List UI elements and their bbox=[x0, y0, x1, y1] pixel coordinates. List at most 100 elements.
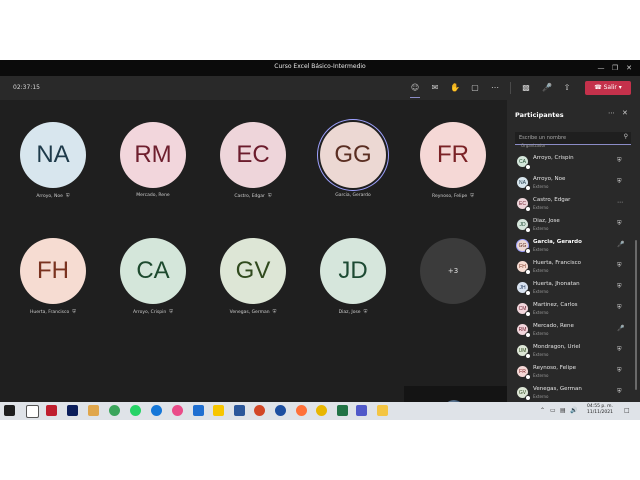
reactions-icon[interactable]: ✋ bbox=[448, 81, 462, 95]
participant-tile[interactable]: JD Diaz, Jose ⛨ bbox=[305, 238, 401, 315]
filezilla-icon[interactable] bbox=[46, 405, 57, 416]
breakout-rooms-icon[interactable]: ▢ bbox=[468, 81, 482, 95]
presence-icon bbox=[525, 164, 531, 170]
toolbar-divider bbox=[510, 82, 511, 94]
tray-chevron-icon[interactable]: ⌃ bbox=[540, 407, 545, 414]
tile-name: Arroyo, Noe ⛨ bbox=[36, 193, 70, 199]
mic-muted-icon: ⛨ bbox=[617, 262, 622, 269]
participant-tile[interactable]: RM Mercado, Rene bbox=[105, 122, 201, 198]
mic-off-icon[interactable]: 🎤 bbox=[540, 81, 554, 95]
overflow-count: +3 bbox=[420, 238, 486, 304]
firefox-icon[interactable] bbox=[296, 405, 307, 416]
mic-muted-icon: ⛨ bbox=[267, 193, 272, 199]
avatar: GG bbox=[320, 122, 386, 188]
mic-muted-icon: ⛨ bbox=[617, 157, 622, 164]
notifications-icon[interactable]: □ bbox=[624, 407, 630, 414]
volume-icon[interactable]: 🔊 bbox=[570, 407, 577, 414]
participant-tile[interactable]: GV Venegas, German ⛨ bbox=[205, 238, 301, 315]
participant-role: Externo bbox=[533, 226, 549, 231]
tile-name: Arroyo, Crispin ⛨ bbox=[133, 309, 173, 315]
mic-muted-icon: ⛨ bbox=[169, 309, 173, 315]
taskbar-clock[interactable]: 04:55 p. m. 11/11/2021 bbox=[585, 404, 615, 416]
search-icon[interactable]: ⚲ bbox=[624, 133, 628, 140]
panel-scrollbar[interactable] bbox=[635, 240, 637, 390]
participant-name: Venegas, German bbox=[533, 386, 582, 392]
list-item[interactable]: RM Mercado, Rene Externo 🎤 bbox=[507, 320, 640, 340]
list-item[interactable]: NA Arroyo, Noe Externo ⛨ bbox=[507, 173, 640, 193]
overflow-participants-tile[interactable]: +3 bbox=[405, 238, 501, 304]
powerpoint-icon[interactable] bbox=[254, 405, 265, 416]
participant-role: Externo bbox=[533, 247, 549, 252]
network-icon[interactable]: ▤ bbox=[560, 407, 566, 414]
chrome-icon[interactable] bbox=[316, 405, 327, 416]
whatsapp-icon[interactable] bbox=[130, 405, 141, 416]
participant-tile[interactable]: NA Arroyo, Noe ⛨ bbox=[5, 122, 101, 199]
tile-name: Garcia, Gerardo bbox=[335, 193, 371, 198]
mic-muted-icon: ⛨ bbox=[363, 309, 368, 315]
list-item[interactable]: FR Reynoso, Felipe Externo ⛨ bbox=[507, 362, 640, 382]
participant-role: Externo bbox=[533, 205, 549, 210]
greenshot-icon[interactable] bbox=[109, 405, 120, 416]
teams-icon[interactable] bbox=[356, 405, 367, 416]
list-item[interactable]: CM Martinez, Carlos Externo ⛨ bbox=[507, 299, 640, 319]
list-item[interactable]: EC Castro, Edgar Externo ⋯ bbox=[507, 194, 640, 214]
participant-name: Mercado, Rene bbox=[533, 323, 574, 329]
participant-role: Externo bbox=[533, 373, 549, 378]
more-options-icon[interactable]: ⋯ bbox=[617, 199, 623, 206]
teams-window: Curso Excel Básico-Intermedio — ❐ ✕ 02:3… bbox=[0, 60, 640, 420]
mic-on-icon: 🎤 bbox=[617, 241, 625, 248]
participant-tile-speaking[interactable]: GG Garcia, Gerardo bbox=[305, 122, 401, 198]
panel-title: Participantes bbox=[515, 111, 564, 119]
mic-muted-icon: ⛨ bbox=[617, 220, 622, 227]
participant-name: Arroyo, Noe bbox=[533, 176, 566, 182]
sticky-notes-icon[interactable] bbox=[213, 405, 224, 416]
tile-name: Venegas, German ⛨ bbox=[229, 309, 277, 315]
list-item[interactable]: UM Mondragon, Uriel Externo ⛨ bbox=[507, 341, 640, 361]
word-icon[interactable] bbox=[234, 405, 245, 416]
search-input[interactable] bbox=[519, 133, 615, 143]
window-title: Curso Excel Básico-Intermedio bbox=[274, 63, 366, 70]
participant-name: Garcia, Gerardo bbox=[533, 239, 582, 245]
files-icon[interactable] bbox=[88, 405, 99, 416]
edge-icon[interactable] bbox=[151, 405, 162, 416]
mail-icon[interactable] bbox=[193, 405, 204, 416]
avatar: FH bbox=[20, 238, 86, 304]
more-actions-icon[interactable]: ⋯ bbox=[488, 81, 502, 95]
camera-off-icon[interactable]: ▩ bbox=[519, 81, 533, 95]
firefox-dev-icon[interactable] bbox=[275, 405, 286, 416]
panel-close-icon[interactable]: ✕ bbox=[622, 109, 628, 117]
participant-tile[interactable]: FR Reynoso, Felipe ⛨ bbox=[405, 122, 501, 199]
itunes-icon[interactable] bbox=[172, 405, 183, 416]
word-doc-icon[interactable] bbox=[26, 405, 39, 418]
presence-icon bbox=[525, 227, 531, 233]
participant-role: Externo bbox=[533, 310, 549, 315]
participant-name: Diaz, Jose bbox=[533, 218, 560, 224]
avatar: RM bbox=[120, 122, 186, 188]
close-icon[interactable]: ✕ bbox=[622, 62, 636, 74]
participants-icon[interactable]: ☺ bbox=[408, 81, 422, 98]
file-explorer-icon[interactable] bbox=[377, 405, 388, 416]
excel-icon[interactable] bbox=[337, 405, 348, 416]
minimize-icon[interactable]: — bbox=[594, 62, 608, 74]
battery-icon[interactable]: ▭ bbox=[550, 407, 556, 414]
presence-icon bbox=[525, 374, 531, 380]
share-screen-icon[interactable]: ⇧ bbox=[560, 81, 574, 95]
panel-more-icon[interactable]: ⋯ bbox=[608, 109, 615, 117]
photoshop-icon[interactable] bbox=[67, 405, 78, 416]
list-item[interactable]: JD Diaz, Jose Externo ⛨ bbox=[507, 215, 640, 235]
presence-icon bbox=[525, 185, 531, 191]
avatar: NA bbox=[20, 122, 86, 188]
list-item[interactable]: GV Venegas, German Externo ⛨ bbox=[507, 383, 640, 402]
avatar: CA bbox=[120, 238, 186, 304]
list-item[interactable]: FH Huerta, Francisco Externo ⛨ bbox=[507, 257, 640, 277]
start-icon[interactable] bbox=[4, 405, 15, 416]
list-item[interactable]: JH Huerta, Jhonatan Externo ⛨ bbox=[507, 278, 640, 298]
maximize-icon[interactable]: ❐ bbox=[608, 62, 622, 74]
participant-tile[interactable]: CA Arroyo, Crispin ⛨ bbox=[105, 238, 201, 315]
chat-icon[interactable]: ✉ bbox=[428, 81, 442, 95]
participant-tile[interactable]: FH Huerta, Francisco ⛨ bbox=[5, 238, 101, 315]
list-item[interactable]: CA Arroyo, Crispin ⛨ bbox=[507, 152, 640, 172]
participant-tile[interactable]: EC Castro, Edgar ⛨ bbox=[205, 122, 301, 199]
list-item[interactable]: GG Garcia, Gerardo Externo 🎤 bbox=[507, 236, 640, 256]
leave-button[interactable]: ☎ Salir ▾ bbox=[585, 81, 631, 95]
